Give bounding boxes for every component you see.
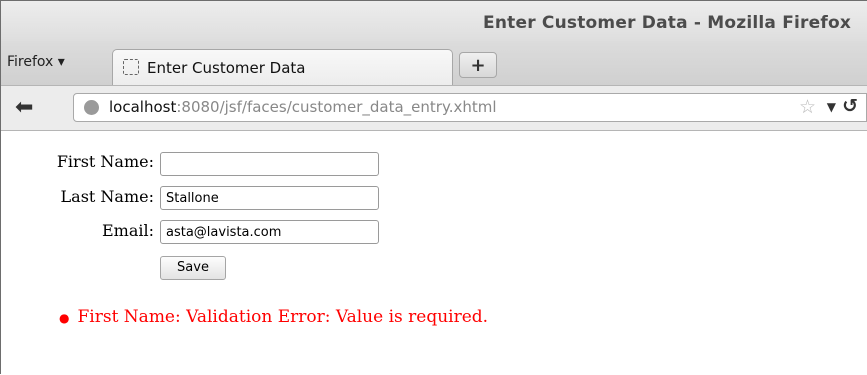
last-name-label: Last Name: [60,187,154,206]
new-tab-button[interactable]: + [459,52,497,78]
url-text: localhost:8080/jsf/faces/customer_data_e… [109,98,497,116]
title-bar: Enter Customer Data - Mozilla Firefox [1,1,867,41]
url-host: localhost [109,98,177,116]
browser-window: Enter Customer Data - Mozilla Firefox Fi… [0,0,867,374]
first-name-input[interactable] [160,152,379,176]
url-bar[interactable]: localhost:8080/jsf/faces/customer_data_e… [73,93,867,122]
history-dropdown-icon[interactable]: ▼ [827,100,836,114]
bullet-icon: ● [59,310,70,325]
url-path: :8080/jsf/faces/customer_data_entry.xhtm… [176,98,497,116]
email-label: Email: [101,221,154,240]
error-messages: ● First Name: Validation Error: Value is … [59,307,488,327]
email-input[interactable] [160,220,379,244]
back-arrow-icon[interactable]: ⬅ [15,95,33,120]
last-name-input[interactable] [160,186,379,210]
navigation-bar: ⬅ localhost:8080/jsf/faces/customer_data… [1,85,867,131]
tab-label: Enter Customer Data [147,59,306,77]
globe-icon [84,100,99,115]
firefox-menu-button[interactable]: Firefox ▾ [7,54,65,70]
save-button[interactable]: Save [160,256,226,280]
tab-enter-customer-data[interactable]: Enter Customer Data [112,49,453,87]
error-text: First Name: Validation Error: Value is r… [77,307,489,327]
page-content: First Name: Last Name: Email: Save ● Firs… [1,131,867,375]
tab-strip: Firefox ▾ Enter Customer Data + [1,41,867,87]
reload-icon[interactable]: ↺ [842,95,858,117]
error-message: ● First Name: Validation Error: Value is … [59,307,488,327]
bookmark-star-icon[interactable]: ☆ [799,96,816,118]
plus-icon: + [470,54,486,76]
window-title: Enter Customer Data - Mozilla Firefox [483,13,851,33]
page-icon [123,59,139,75]
first-name-label: First Name: [56,152,154,171]
